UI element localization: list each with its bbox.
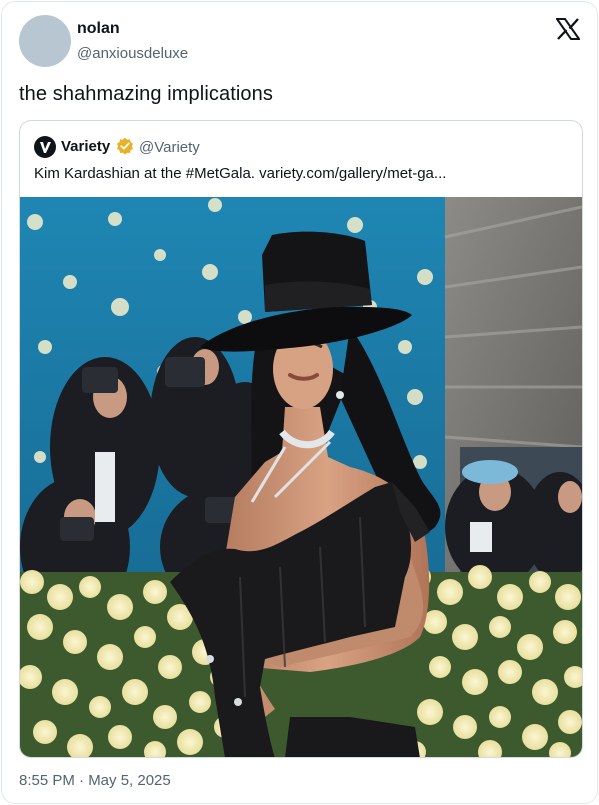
tweet-timestamp[interactable]: 8:55 PM · May 5, 2025	[19, 772, 171, 789]
tweet-card[interactable]: nolan @anxiousdeluxe the shahmazing impl…	[1, 1, 598, 804]
avatar[interactable]	[19, 15, 71, 67]
quoted-tweet-text: Kim Kardashian at the #MetGala. variety.…	[34, 165, 447, 182]
quoted-display-name[interactable]: Variety	[61, 138, 110, 155]
quoted-handle[interactable]: @Variety	[139, 139, 200, 156]
display-name[interactable]: nolan	[77, 20, 120, 38]
user-handle[interactable]: @anxiousdeluxe	[77, 45, 188, 62]
variety-logo-icon	[34, 136, 56, 158]
x-logo-icon[interactable]	[556, 18, 580, 40]
quoted-tweet[interactable]: Variety @Variety Kim Kardashian at the #…	[19, 120, 583, 758]
met-gala-photo	[20, 197, 582, 757]
verified-badge-icon	[117, 137, 133, 155]
tweet-photo[interactable]	[20, 197, 582, 757]
tweet-text: the shahmazing implications	[19, 83, 273, 105]
